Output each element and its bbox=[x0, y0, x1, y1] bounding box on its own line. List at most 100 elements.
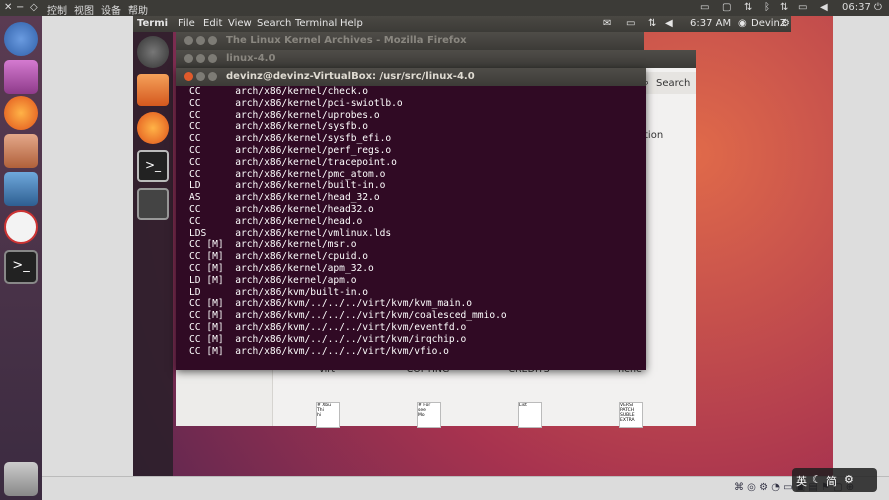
doc-icon-4[interactable]: VERSI PATCH SUBLE EXTRA bbox=[619, 402, 643, 428]
guest-terminal-icon[interactable]: >_ bbox=[137, 150, 169, 182]
guest-gear-icon[interactable]: ⚙ bbox=[781, 18, 790, 29]
terminal-output[interactable]: CC arch/x86/kernel/check.o CC arch/x86/ke… bbox=[189, 86, 646, 370]
guest-workspace-icon[interactable] bbox=[137, 188, 169, 220]
files-close-icon[interactable] bbox=[184, 54, 193, 63]
tray-display-icon[interactable]: ▢ bbox=[722, 2, 731, 13]
firefox-window[interactable]: The Linux Kernel Archives - Mozilla Fire… bbox=[176, 32, 644, 52]
guest-mail-icon[interactable]: ✉ bbox=[603, 18, 611, 29]
host-menu-view[interactable]: 视图 bbox=[74, 2, 94, 17]
menu-edit[interactable]: Edit bbox=[203, 18, 222, 29]
firefox-maximize-icon[interactable] bbox=[208, 36, 217, 45]
ime-mode[interactable]: 简 bbox=[826, 473, 837, 489]
ime-lang[interactable]: 英 bbox=[796, 473, 807, 489]
guest-launcher: >_ bbox=[133, 32, 173, 476]
terminal-minimize-icon[interactable] bbox=[196, 72, 205, 81]
terminal-close-icon[interactable] bbox=[184, 72, 193, 81]
menu-search[interactable]: Search bbox=[257, 18, 291, 29]
terminal-line: CC arch/x86/kernel/tracepoint.o bbox=[189, 156, 397, 168]
tray-battery-icon[interactable]: ▭ bbox=[798, 2, 807, 13]
terminal-line: LD [M] arch/x86/kernel/apm.o bbox=[189, 274, 357, 286]
host-minimize-icon[interactable]: − bbox=[16, 2, 24, 13]
tray-bluetooth-icon[interactable]: ᛒ bbox=[764, 2, 770, 13]
debian-icon[interactable] bbox=[4, 210, 38, 244]
ime-settings-icon[interactable]: ⚙ bbox=[844, 473, 854, 486]
host-menu-control[interactable]: 控制 bbox=[47, 2, 67, 17]
terminal-line: CC arch/x86/kernel/check.o bbox=[189, 86, 369, 97]
terminal-line: CC [M] arch/x86/kvm/../../../virt/kvm/vf… bbox=[189, 345, 449, 357]
doc-icon-1[interactable]: # Xbu Thi hi bbox=[316, 402, 340, 428]
terminal-line: CC [M] arch/x86/kernel/cpuid.o bbox=[189, 251, 369, 263]
files-minimize-icon[interactable] bbox=[196, 54, 205, 63]
terminal-line: CC [M] arch/x86/kvm/../../../virt/kvm/kv… bbox=[189, 298, 473, 310]
tray-power-icon[interactable]: ⏻ bbox=[874, 2, 882, 13]
doc-icon-3[interactable]: List bbox=[518, 402, 542, 428]
terminal-title: devinz@devinz-VirtualBox: /usr/src/linux… bbox=[226, 71, 475, 82]
virtualbox-icon[interactable] bbox=[4, 172, 38, 206]
firefox-titlebar[interactable]: The Linux Kernel Archives - Mozilla Fire… bbox=[176, 32, 644, 50]
guest-dash-icon[interactable] bbox=[137, 36, 169, 68]
guest-battery-icon[interactable]: ▭ bbox=[626, 18, 635, 29]
host-menu-help[interactable]: 帮助 bbox=[128, 2, 148, 17]
files-title: linux-4.0 bbox=[226, 53, 276, 64]
files-titlebar[interactable]: linux-4.0 bbox=[176, 50, 696, 68]
host-menu-devices[interactable]: 设备 bbox=[101, 2, 121, 17]
guest-files-icon[interactable] bbox=[137, 74, 169, 106]
menu-view[interactable]: View bbox=[228, 18, 252, 29]
terminal-window[interactable]: devinz@devinz-VirtualBox: /usr/src/linux… bbox=[176, 68, 646, 370]
host-clock[interactable]: 06:37 bbox=[842, 2, 871, 13]
guest-volume-icon[interactable]: ◀ bbox=[665, 18, 673, 29]
menu-file[interactable]: File bbox=[178, 18, 195, 29]
tray-network-icon[interactable]: ⇅ bbox=[744, 2, 752, 13]
terminal-titlebar[interactable]: devinz@devinz-VirtualBox: /usr/src/linux… bbox=[176, 68, 646, 86]
terminal-line: CC arch/x86/kernel/sysfb.o bbox=[189, 121, 369, 133]
doc-icon-2[interactable]: # For see Mo bbox=[417, 402, 441, 428]
guest-top-panel: Termi File Edit View Search Terminal Hel… bbox=[133, 16, 791, 32]
host-restore-icon[interactable]: ◇ bbox=[30, 2, 38, 13]
ime-widget[interactable]: 英 ☾ 简 ⚙ bbox=[792, 468, 877, 492]
firefox-close-icon[interactable] bbox=[184, 36, 193, 45]
terminal-line: CC [M] arch/x86/kernel/msr.o bbox=[189, 239, 357, 251]
trash-icon[interactable] bbox=[4, 462, 38, 496]
terminal-line: CC arch/x86/kernel/sysfb_efi.o bbox=[189, 133, 392, 145]
terminal-line: CC arch/x86/kernel/pmc_atom.o bbox=[189, 168, 386, 180]
terminal-line: CC arch/x86/kernel/uprobes.o bbox=[189, 109, 380, 121]
host-close-icon[interactable]: ✕ bbox=[4, 2, 12, 13]
firefox-minimize-icon[interactable] bbox=[196, 36, 205, 45]
terminal-line: CC arch/x86/kernel/head32.o bbox=[189, 203, 374, 215]
guest-clock[interactable]: 6:37 AM bbox=[690, 18, 731, 29]
terminal-line: CC arch/x86/kernel/perf_regs.o bbox=[189, 144, 392, 156]
terminal-line: LD arch/x86/kvm/built-in.o bbox=[189, 286, 369, 298]
files-maximize-icon[interactable] bbox=[208, 54, 217, 63]
vm-status-bar: ⌘ ◎ ⚙ ◔ ▭ ▣ ▤ ⚑ ▢ ⊕ bbox=[42, 476, 889, 500]
terminal-line: CC [M] arch/x86/kvm/../../../virt/kvm/co… bbox=[189, 310, 507, 322]
tray-volume-icon[interactable]: ◀ bbox=[820, 2, 828, 13]
guest-app-name: Termi bbox=[137, 18, 169, 29]
terminal-line: LDS arch/x86/kernel/vmlinux.lds bbox=[189, 227, 392, 239]
menu-terminal[interactable]: Terminal bbox=[295, 18, 337, 29]
tray-window-icon[interactable]: ▭ bbox=[700, 2, 709, 13]
ime-moon-icon[interactable]: ☾ bbox=[812, 473, 822, 486]
terminal-line: CC arch/x86/kernel/pci-swiotlb.o bbox=[189, 97, 403, 109]
guest-network-icon[interactable]: ⇅ bbox=[648, 18, 656, 29]
terminal-icon[interactable]: >_ bbox=[4, 250, 38, 284]
host-top-bar: ✕ − ◇ 控制 视图 设备 帮助 ▭ ▢ ⇅ ᛒ ⇅ ▭ ◀ 06:37 ⏻ bbox=[0, 0, 889, 17]
file-manager-icon[interactable] bbox=[4, 134, 38, 168]
tray-sync-icon[interactable]: ⇅ bbox=[780, 2, 788, 13]
files-partial-text: tion bbox=[644, 130, 664, 141]
terminal-line: CC [M] arch/x86/kvm/../../../virt/kvm/ir… bbox=[189, 333, 467, 345]
host-launcher: >_ bbox=[0, 16, 42, 500]
terminal-line: AS arch/x86/kernel/head_32.o bbox=[189, 192, 380, 204]
search-label[interactable]: Search bbox=[656, 78, 690, 89]
firefox-title: The Linux Kernel Archives - Mozilla Fire… bbox=[226, 35, 467, 46]
workspace-icon[interactable] bbox=[4, 60, 38, 94]
terminal-line: CC [M] arch/x86/kvm/../../../virt/kvm/ev… bbox=[189, 321, 467, 333]
guest-firefox-icon[interactable] bbox=[137, 112, 169, 144]
firefox-icon[interactable] bbox=[4, 96, 38, 130]
dash-icon[interactable] bbox=[4, 22, 38, 56]
terminal-line: LD arch/x86/kernel/built-in.o bbox=[189, 180, 386, 192]
terminal-maximize-icon[interactable] bbox=[208, 72, 217, 81]
menu-help[interactable]: Help bbox=[340, 18, 363, 29]
files-search-area[interactable]: ⌕ Search bbox=[641, 72, 696, 94]
guest-user-icon[interactable]: ◉ bbox=[738, 18, 747, 29]
terminal-line: CC [M] arch/x86/kernel/apm_32.o bbox=[189, 262, 374, 274]
